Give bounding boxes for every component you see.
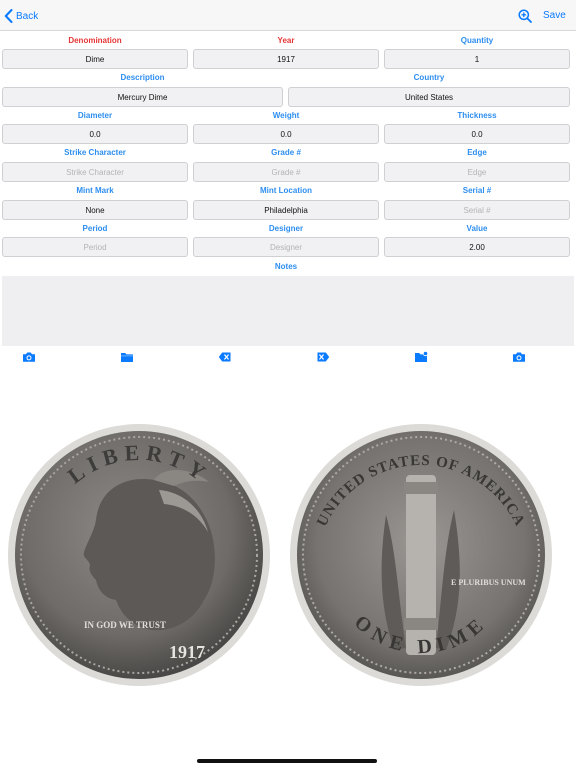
description-field[interactable] — [2, 87, 283, 107]
denomination-label: Denomination — [68, 36, 122, 45]
value-label: Value — [466, 224, 488, 233]
weight-field[interactable] — [193, 124, 379, 144]
year-label: Year — [277, 36, 295, 45]
folder-badge-icon — [415, 351, 428, 362]
mint-location-label: Mint Location — [260, 186, 312, 195]
designer-label: Designer — [268, 224, 304, 233]
reverse-coin-image[interactable]: UNITED STATES OF AMERICA ONE DIME E PLUR… — [286, 420, 556, 690]
diameter-field[interactable] — [2, 124, 188, 144]
obverse-folder-button[interactable] — [120, 351, 134, 363]
quantity-field[interactable] — [384, 49, 570, 69]
folder-icon — [121, 353, 133, 362]
delete-backward-icon — [218, 352, 231, 362]
year-field[interactable] — [193, 49, 379, 69]
value-field[interactable] — [384, 237, 570, 257]
delete-forward-icon — [317, 352, 330, 362]
obverse-coin-image[interactable]: LIBERTY IN GOD WE TRUST 1917 — [4, 420, 274, 690]
chevron-left-icon — [4, 9, 13, 23]
save-button[interactable]: Save — [543, 10, 566, 21]
back-button[interactable]: Back — [4, 8, 38, 24]
thickness-label: Thickness — [457, 111, 497, 120]
obverse-date: 1917 — [169, 642, 205, 662]
quantity-label: Quantity — [460, 36, 494, 45]
country-label: Country — [413, 73, 445, 82]
edge-label: Edge — [467, 148, 487, 157]
weight-label: Weight — [272, 111, 300, 120]
description-label: Description — [120, 73, 165, 82]
period-field[interactable] — [2, 237, 188, 257]
camera-icon — [513, 352, 525, 362]
obverse-camera-button[interactable] — [22, 351, 36, 363]
country-field[interactable] — [288, 87, 570, 107]
strike-character-label: Strike Character — [64, 148, 126, 157]
edge-field[interactable] — [384, 162, 570, 182]
thickness-field[interactable] — [384, 124, 570, 144]
obverse-motto: IN GOD WE TRUST — [84, 620, 166, 630]
notes-field[interactable] — [2, 276, 574, 346]
grade-field[interactable] — [193, 162, 379, 182]
mint-mark-label: Mint Mark — [76, 186, 114, 195]
strike-character-field[interactable] — [2, 162, 188, 182]
back-label: Back — [16, 10, 39, 22]
serial-field[interactable] — [384, 200, 570, 220]
period-label: Period — [82, 224, 108, 233]
obverse-delete-button[interactable] — [218, 351, 232, 363]
diameter-label: Diameter — [77, 111, 113, 120]
mint-location-field[interactable] — [193, 200, 379, 220]
camera-icon — [23, 352, 35, 362]
reverse-motto: E PLURIBUS UNUM — [451, 578, 526, 587]
grade-label: Grade # — [271, 148, 301, 157]
navigation-bar: Back Save — [0, 0, 576, 31]
reverse-delete-button[interactable] — [316, 351, 330, 363]
serial-label: Serial # — [462, 186, 492, 195]
designer-field[interactable] — [193, 237, 379, 257]
reverse-folder-button[interactable] — [414, 351, 428, 363]
home-indicator[interactable] — [197, 759, 377, 763]
denomination-field[interactable] — [2, 49, 188, 69]
zoom-in-icon[interactable] — [518, 9, 532, 23]
notes-label: Notes — [274, 262, 298, 271]
reverse-camera-button[interactable] — [512, 351, 526, 363]
mint-mark-field[interactable] — [2, 200, 188, 220]
